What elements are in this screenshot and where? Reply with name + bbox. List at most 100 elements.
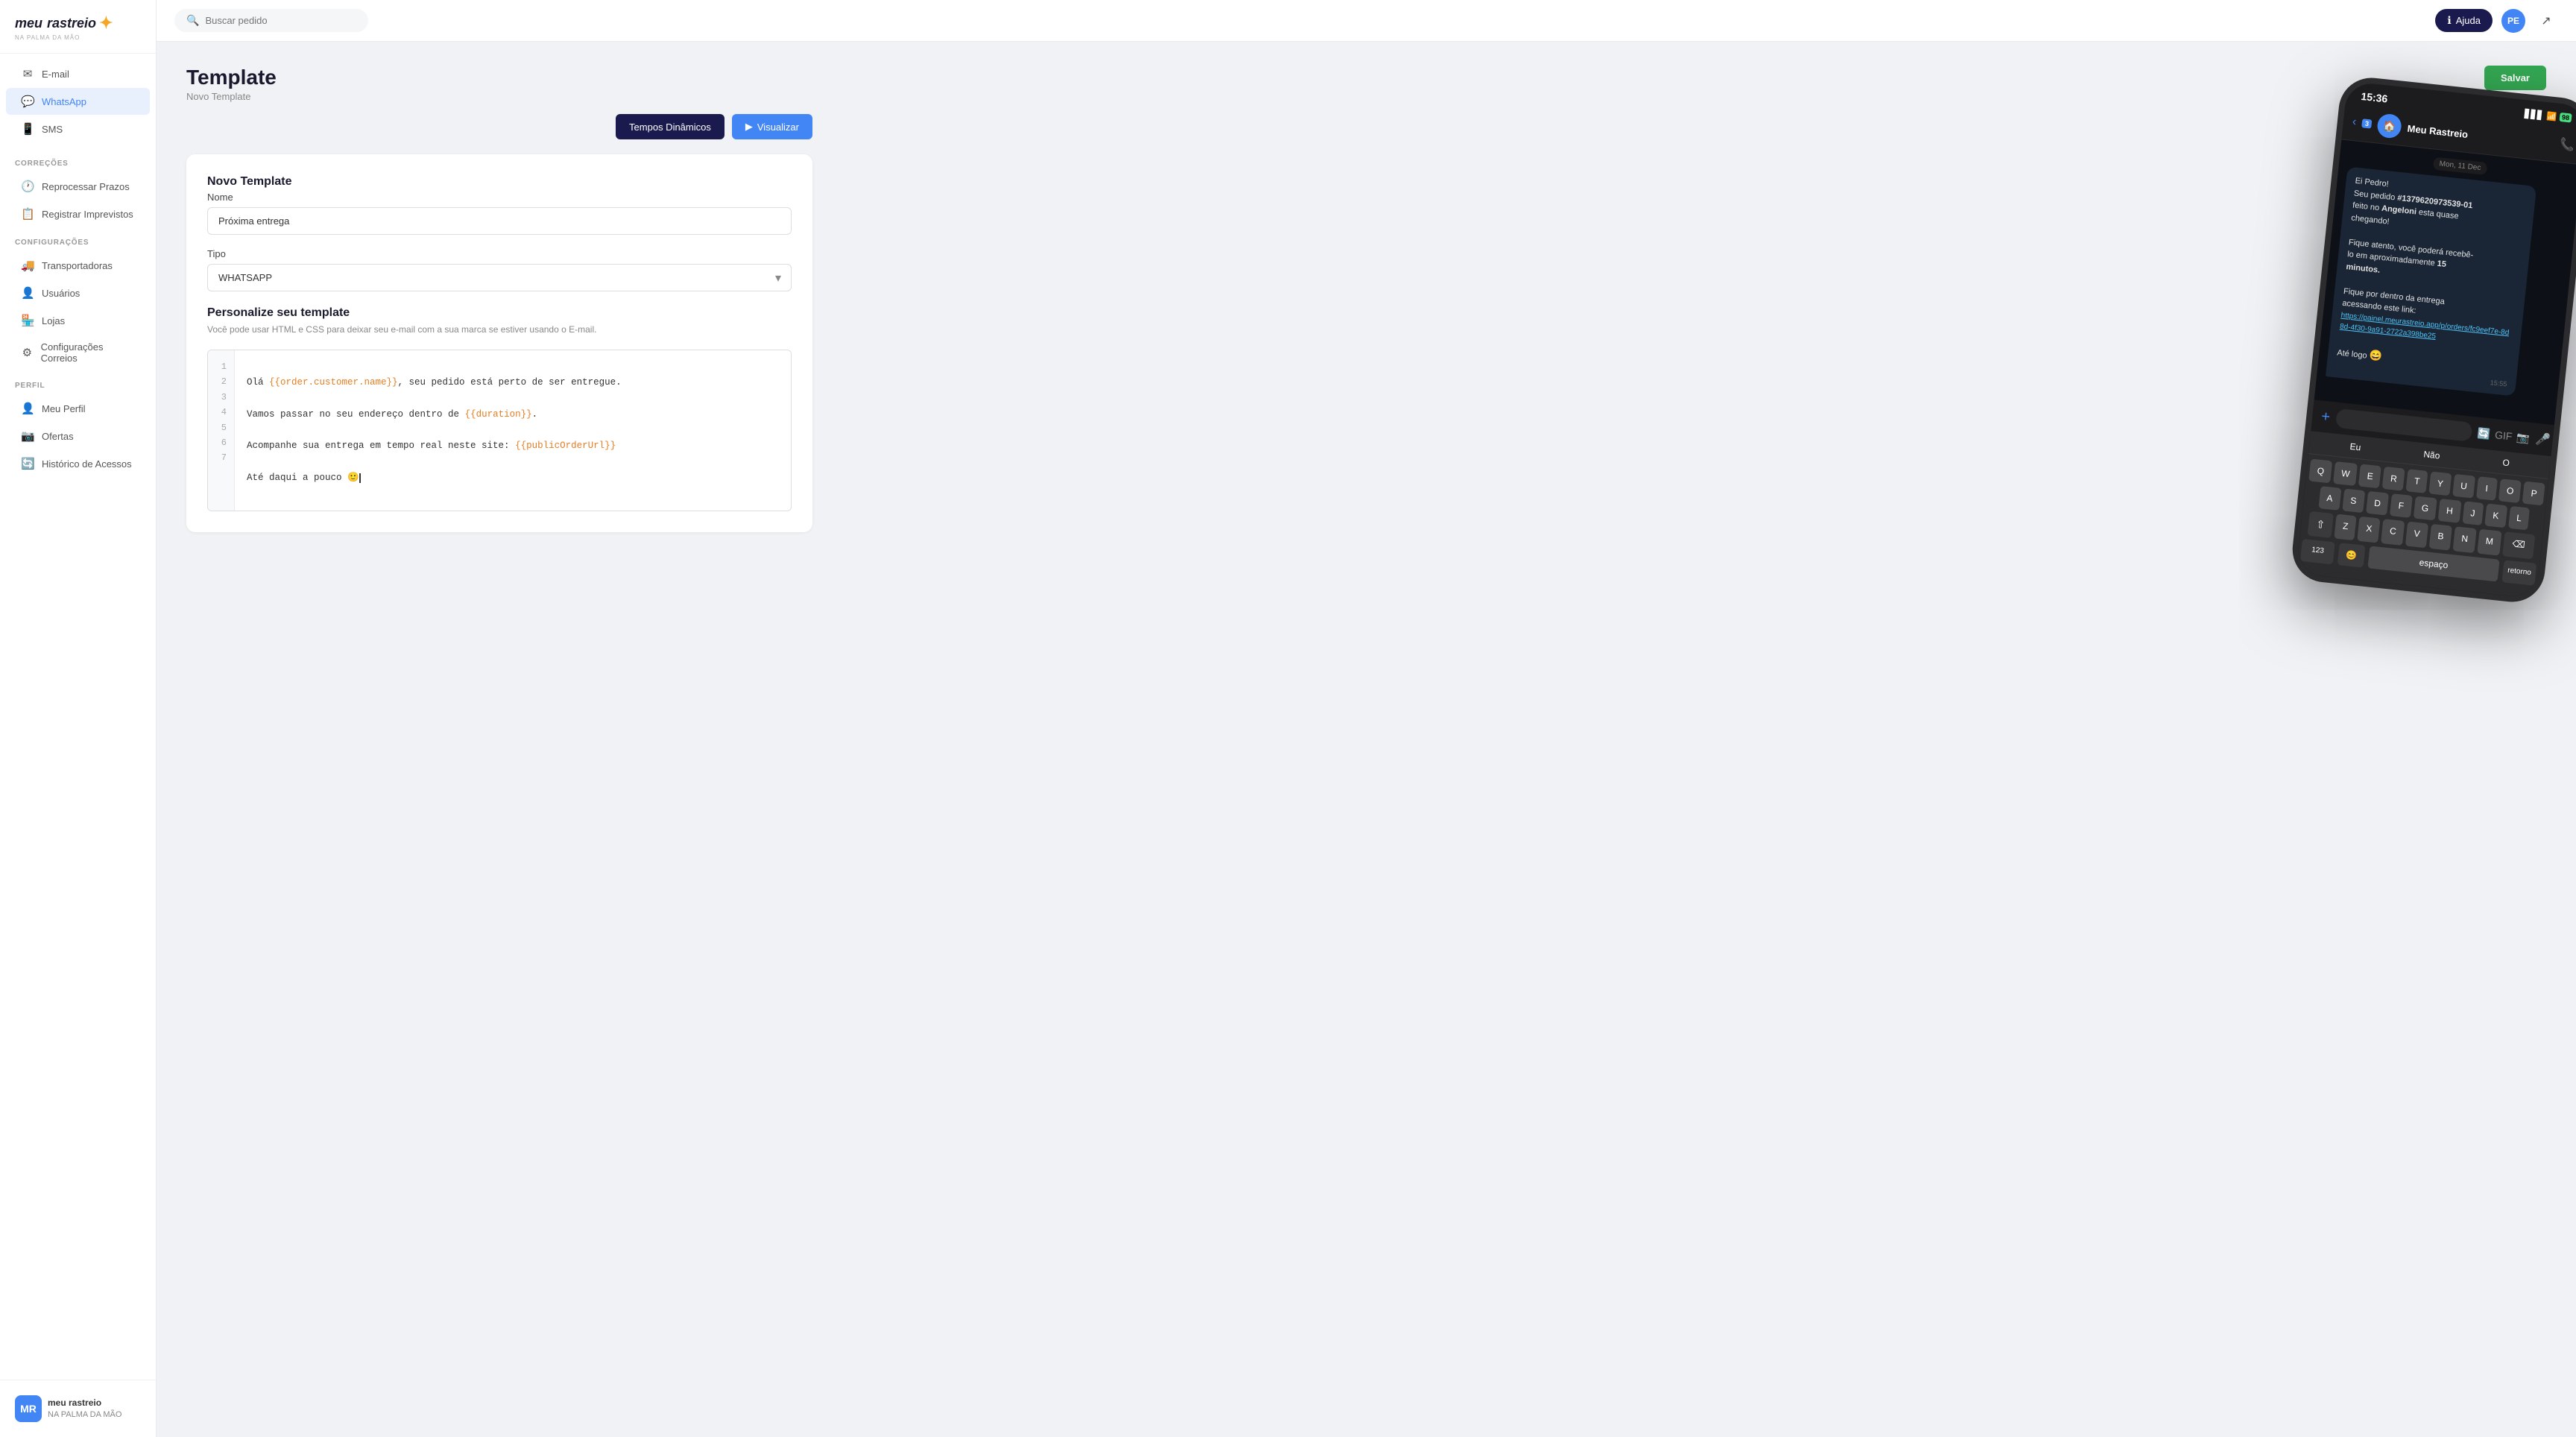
- key-v[interactable]: V: [2405, 522, 2428, 549]
- wa-mic-button[interactable]: 🎤: [2535, 432, 2551, 448]
- key-c[interactable]: C: [2381, 519, 2405, 546]
- key-g[interactable]: G: [2413, 496, 2437, 520]
- sidebar-item-email-label: E-mail: [42, 69, 69, 80]
- line-numbers: 1 2 3 4 5 6 7: [208, 350, 235, 511]
- bottom-logo-text: meu rastreio NA PALMA DA MÃO: [48, 1397, 121, 1420]
- key-y[interactable]: Y: [2428, 471, 2452, 496]
- key-u[interactable]: U: [2452, 474, 2475, 499]
- visualize-button[interactable]: ▶ Visualizar: [732, 114, 812, 139]
- wa-message: Ei Pedro! Seu pedido #1379620973539-01 f…: [2326, 167, 2536, 397]
- key-a[interactable]: A: [2318, 486, 2341, 511]
- key-h[interactable]: H: [2438, 499, 2462, 523]
- sidebar-item-email[interactable]: ✉ E-mail: [6, 60, 150, 87]
- wa-plus-button[interactable]: +: [2320, 408, 2331, 426]
- key-w[interactable]: W: [2333, 461, 2358, 486]
- status-icons: ▋▋▋ 📶 98: [2525, 109, 2572, 124]
- key-f[interactable]: F: [2390, 493, 2412, 518]
- wa-call-button[interactable]: 📞: [2559, 136, 2575, 153]
- suggestion-1[interactable]: Eu: [2349, 441, 2361, 452]
- sidebar-item-sms[interactable]: 📱 SMS: [6, 116, 150, 142]
- wa-badge: 3: [2362, 119, 2373, 128]
- phone-mockup: 15:36 ▋▋▋ 📶 98 ‹ 3 🏠: [2289, 75, 2576, 605]
- name-label: Nome: [207, 192, 792, 203]
- main-area: 🔍 ℹ Ajuda PE ↗ Salvar Template Novo Temp…: [157, 0, 2576, 1437]
- dynamic-times-button[interactable]: Tempos Dinâmicos: [616, 114, 724, 139]
- wa-message-text: Ei Pedro! Seu pedido #1379620973539-01 f…: [2336, 175, 2527, 378]
- sidebar-item-whatsapp[interactable]: 💬 WhatsApp: [6, 88, 150, 115]
- wa-sticker-icon[interactable]: 🔄: [2477, 426, 2491, 440]
- key-q[interactable]: Q: [2308, 459, 2332, 484]
- search-input[interactable]: [205, 15, 356, 26]
- sidebar-item-lojas[interactable]: 🏪 Lojas: [6, 307, 150, 334]
- bottom-logo: MR meu rastreio NA PALMA DA MÃO: [9, 1389, 147, 1428]
- wa-chat: Mon, 11 Dec Ei Pedro! Seu pedido #137962…: [2314, 139, 2576, 425]
- sidebar-item-configuracoes-correios[interactable]: ⚙ Configurações Correios: [6, 335, 150, 370]
- phone-mockup-container: 15:36 ▋▋▋ 📶 98 ‹ 3 🏠: [2315, 86, 2576, 593]
- key-o[interactable]: O: [2498, 479, 2522, 503]
- help-icon: ℹ: [2447, 14, 2451, 27]
- topbar: 🔍 ℹ Ajuda PE ↗: [157, 0, 2576, 42]
- sidebar-item-transportadoras[interactable]: 🚚 Transportadoras: [6, 252, 150, 279]
- type-select[interactable]: WHATSAPP: [207, 264, 792, 291]
- usuarios-icon: 👤: [21, 286, 34, 300]
- help-button[interactable]: ℹ Ajuda: [2435, 9, 2493, 32]
- sidebar-item-reprocessar[interactable]: 🕐 Reprocessar Prazos: [6, 173, 150, 200]
- signal-icon: ▋▋▋: [2525, 109, 2545, 121]
- key-x[interactable]: X: [2358, 517, 2381, 543]
- wa-back-button[interactable]: ‹: [2352, 116, 2357, 129]
- key-t[interactable]: T: [2406, 469, 2428, 493]
- registrar-icon: 📋: [21, 207, 34, 221]
- key-123[interactable]: 123: [2300, 539, 2335, 564]
- code-line-1: Olá {{order.customer.name}}, seu pedido …: [247, 377, 622, 388]
- key-k[interactable]: K: [2484, 503, 2507, 528]
- whatsapp-icon: 💬: [21, 95, 34, 108]
- key-m[interactable]: M: [2477, 529, 2501, 556]
- key-b[interactable]: B: [2429, 524, 2452, 551]
- sidebar-item-registrar[interactable]: 📋 Registrar Imprevistos: [6, 200, 150, 227]
- key-i[interactable]: I: [2476, 476, 2498, 501]
- key-l[interactable]: L: [2508, 506, 2531, 531]
- sidebar-item-historico[interactable]: 🔄 Histórico de Acessos: [6, 450, 150, 477]
- suggestion-3[interactable]: O: [2502, 457, 2510, 468]
- key-e[interactable]: E: [2358, 464, 2381, 489]
- sidebar-item-whatsapp-label: WhatsApp: [42, 96, 86, 107]
- sidebar-item-ofertas[interactable]: 📷 Ofertas: [6, 423, 150, 449]
- wa-gif-icon[interactable]: GIF: [2494, 429, 2513, 443]
- key-d[interactable]: D: [2366, 491, 2390, 516]
- wa-keyboard: Q W E R T Y U I O P A: [2296, 454, 2548, 599]
- sidebar-item-registrar-label: Registrar Imprevistos: [42, 209, 133, 220]
- code-editor[interactable]: 1 2 3 4 5 6 7 Olá {{order.customer.name}…: [207, 350, 792, 511]
- type-field-group: Tipo WHATSAPP ▾: [207, 248, 792, 291]
- key-z[interactable]: Z: [2334, 514, 2357, 541]
- sidebar-item-meu-perfil[interactable]: 👤 Meu Perfil: [6, 395, 150, 422]
- key-return[interactable]: retorno: [2501, 560, 2536, 585]
- name-input[interactable]: [207, 207, 792, 235]
- suggestion-2[interactable]: Não: [2423, 449, 2440, 461]
- customize-title: Personalize seu template: [207, 306, 792, 320]
- code-content[interactable]: Olá {{order.customer.name}}, seu pedido …: [235, 350, 791, 511]
- wa-camera-icon[interactable]: 📷: [2516, 431, 2531, 445]
- share-button[interactable]: ↗: [2534, 9, 2558, 33]
- sidebar-item-usuarios[interactable]: 👤 Usuários: [6, 279, 150, 306]
- code-line-5: Acompanhe sua entrega em tempo real nest…: [247, 440, 616, 451]
- key-j[interactable]: J: [2462, 501, 2484, 525]
- key-n[interactable]: N: [2453, 526, 2477, 553]
- perfil-icon: 👤: [21, 402, 34, 415]
- sidebar-item-ofertas-label: Ofertas: [42, 431, 74, 442]
- key-r[interactable]: R: [2382, 467, 2405, 491]
- phone-screen: 15:36 ▋▋▋ 📶 98 ‹ 3 🏠: [2296, 81, 2576, 599]
- customize-desc: Você pode usar HTML e CSS para deixar se…: [207, 323, 792, 336]
- content-area: Salvar Template Novo Template Tempos Din…: [157, 42, 2576, 1437]
- key-s[interactable]: S: [2342, 488, 2365, 513]
- shift-key[interactable]: ⇧: [2308, 511, 2334, 538]
- bottom-logo-icon: MR: [15, 1395, 42, 1422]
- key-emoji[interactable]: 😊: [2337, 543, 2366, 567]
- action-bar-right: Tempos Dinâmicos ▶ Visualizar: [616, 114, 812, 139]
- user-avatar[interactable]: PE: [2501, 9, 2525, 33]
- sidebar: meu rastreio ✦ NA PALMA DA MÃO ✉ E-mail …: [0, 0, 157, 1437]
- search-box[interactable]: 🔍: [174, 9, 368, 32]
- page-header: Template Novo Template: [186, 66, 2546, 102]
- visualize-label: Visualizar: [757, 121, 799, 133]
- key-p[interactable]: P: [2522, 481, 2545, 506]
- delete-key[interactable]: ⌫: [2502, 531, 2535, 559]
